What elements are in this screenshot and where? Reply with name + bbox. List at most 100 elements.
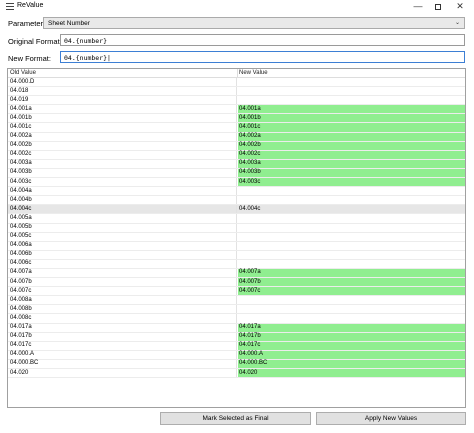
table-row[interactable]: 04.000.BC 04.000.BC [8,359,465,369]
table-row[interactable]: 04.003b 04.003b [8,168,465,179]
table-row[interactable]: 04.008b [8,305,465,315]
new-value-cell[interactable]: 04.001c [238,123,465,132]
table-row[interactable]: 04.002b 04.002b [8,141,465,151]
new-value-cell[interactable]: 04.017b [238,332,465,341]
new-value-cell[interactable]: 04.002c [238,150,465,159]
new-value-cell[interactable] [238,214,465,222]
table-row[interactable]: 04.006b [8,250,465,260]
maximize-icon[interactable] [428,0,448,13]
old-value-cell[interactable]: 04.004a [8,187,237,196]
new-value-cell[interactable]: 04.001b [238,114,465,123]
old-value-cell[interactable]: 04.018 [8,87,237,96]
old-value-cell[interactable]: 04.003a [8,159,237,168]
column-header-new[interactable]: New Value [239,70,268,76]
new-value-cell[interactable]: 04.007b [238,278,465,287]
new-value-cell[interactable] [238,314,465,322]
old-value-cell[interactable]: 04.002b [8,141,237,150]
new-value-cell[interactable]: 04.000.BC [238,359,465,368]
new-value-cell[interactable]: 04.007a [238,268,465,278]
table-row[interactable]: 04.002a 04.002a [8,132,465,142]
old-value-cell[interactable]: 04.000.D [8,78,237,87]
table-row[interactable]: 04.002c 04.002c [8,150,465,160]
new-value-cell[interactable] [238,96,465,104]
original-format-input[interactable]: 04.{number} [60,34,465,46]
new-value-cell[interactable] [238,196,465,204]
old-value-cell[interactable]: 04.006c [8,259,237,268]
table-row[interactable]: 04.005a [8,214,465,224]
new-value-cell[interactable]: 04.004c [238,205,465,213]
table-row[interactable]: 04.004c 04.004c [8,205,465,215]
old-value-cell[interactable]: 04.019 [8,96,237,105]
table-row[interactable]: 04.007c 04.007c [8,287,465,297]
new-value-cell[interactable] [238,78,465,86]
new-value-cell[interactable]: 04.003b [238,168,465,178]
table-row[interactable]: 04.008c [8,314,465,324]
table-row[interactable]: 04.006c [8,259,465,269]
old-value-cell[interactable]: 04.004c [8,205,237,214]
old-value-cell[interactable]: 04.007c [8,287,237,296]
table-row[interactable]: 04.007a 04.007a [8,268,465,279]
mark-selected-final-button[interactable]: Mark Selected as Final [160,412,311,425]
old-value-cell[interactable]: 04.005c [8,232,237,241]
table-row[interactable]: 04.004a [8,187,465,197]
new-format-input[interactable]: 04.{number}| [60,51,465,63]
new-value-cell[interactable] [238,296,465,304]
table-row[interactable]: 04.006a [8,241,465,251]
old-value-cell[interactable]: 04.000.BC [8,359,237,368]
old-value-cell[interactable]: 04.002c [8,150,237,159]
old-value-cell[interactable]: 04.002a [8,132,237,141]
new-value-cell[interactable]: 04.003a [238,159,465,168]
table-row[interactable]: 04.017b 04.017b [8,332,465,342]
table-row[interactable]: 04.017c 04.017c [8,341,465,351]
new-value-cell[interactable]: 04.020 [238,369,465,378]
close-icon[interactable]: ✕ [450,0,470,13]
old-value-cell[interactable]: 04.003b [8,168,237,178]
new-value-cell[interactable] [238,305,465,313]
new-value-cell[interactable]: 04.000.A [238,350,465,359]
table-row[interactable]: 04.000.A 04.000.A [8,350,465,360]
table-row[interactable]: 04.019 [8,96,465,106]
old-value-cell[interactable]: 04.004b [8,196,237,205]
table-row[interactable]: 04.005b [8,223,465,233]
new-value-cell[interactable]: 04.003c [238,178,465,187]
new-value-cell[interactable]: 04.017c [238,341,465,350]
old-value-cell[interactable]: 04.006a [8,241,237,250]
old-value-cell[interactable]: 04.008b [8,305,237,314]
column-divider[interactable] [237,69,238,78]
new-value-cell[interactable] [238,187,465,195]
table-row[interactable]: 04.003a 04.003a [8,159,465,169]
old-value-cell[interactable]: 04.005a [8,214,237,223]
old-value-cell[interactable]: 04.008c [8,314,237,323]
new-value-cell[interactable] [238,87,465,95]
table-row[interactable]: 04.001c 04.001c [8,123,465,133]
table-row[interactable]: 04.007b 04.007b [8,278,465,288]
new-value-cell[interactable] [238,233,465,241]
new-value-cell[interactable] [238,224,465,232]
new-value-cell[interactable]: 04.001a [238,105,465,114]
old-value-cell[interactable]: 04.017b [8,332,237,341]
table-row[interactable]: 04.001b 04.001b [8,114,465,124]
new-value-cell[interactable]: 04.017a [238,323,465,332]
new-value-cell[interactable] [238,260,465,268]
old-value-cell[interactable]: 04.001b [8,114,237,123]
table-row[interactable]: 04.008a [8,296,465,306]
old-value-cell[interactable]: 04.017c [8,341,237,350]
table-row[interactable]: 04.017a 04.017a [8,323,465,333]
new-value-cell[interactable]: 04.007c [238,287,465,296]
old-value-cell[interactable]: 04.001a [8,105,237,114]
parameter-dropdown[interactable]: Sheet Number ⌄ [43,17,465,29]
old-value-cell[interactable]: 04.006b [8,250,237,259]
old-value-cell[interactable]: 04.020 [8,369,237,378]
old-value-cell[interactable]: 04.000.A [8,350,237,359]
table-row[interactable]: 04.001a 04.001a [8,105,465,115]
new-value-cell[interactable] [238,251,465,259]
minimize-icon[interactable]: — [408,0,428,13]
table-row[interactable]: 04.018 [8,87,465,97]
new-value-cell[interactable]: 04.002a [238,132,465,141]
table-row[interactable]: 04.004b [8,196,465,206]
old-value-cell[interactable]: 04.007b [8,278,237,287]
column-header-old[interactable]: Old Value [10,70,36,76]
old-value-cell[interactable]: 04.005b [8,223,237,232]
apply-new-values-button[interactable]: Apply New Values [316,412,466,425]
old-value-cell[interactable]: 04.008a [8,296,237,305]
